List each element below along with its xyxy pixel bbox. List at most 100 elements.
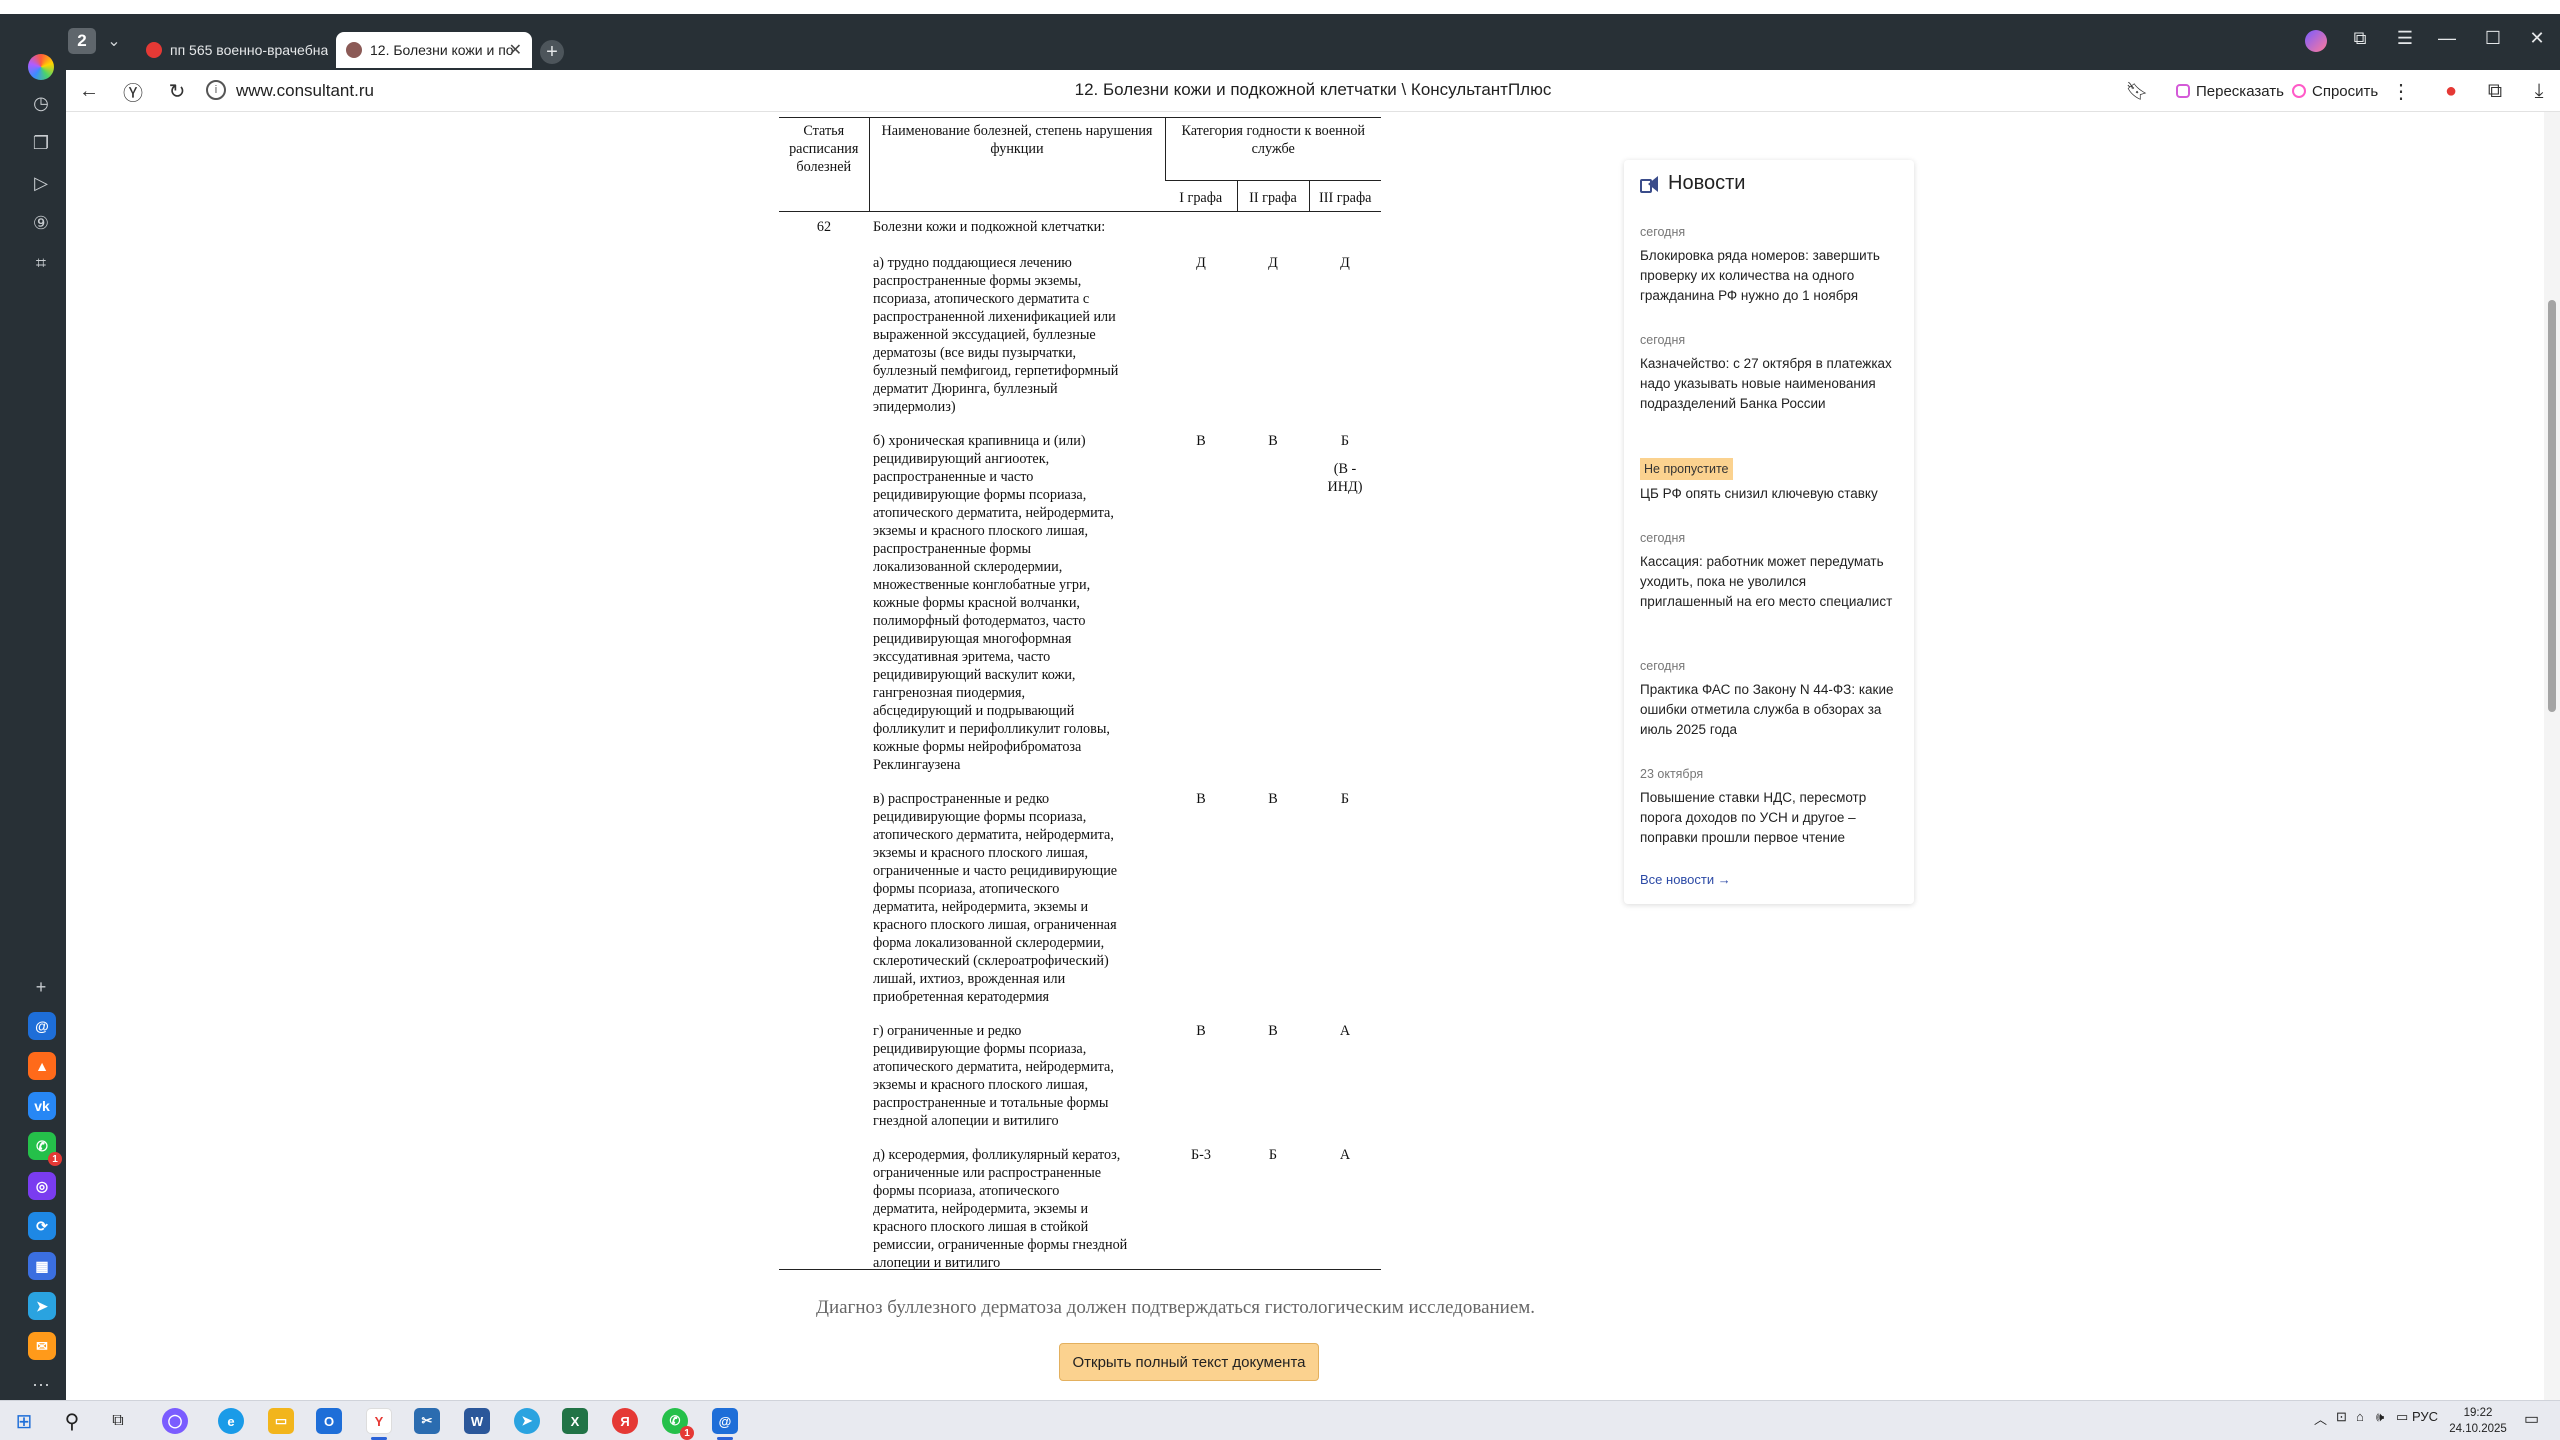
scrollbar-thumb[interactable] [2548,300,2556,712]
news-text[interactable]: Повышение ставки НДС, пересмотр порога д… [1640,788,1902,848]
screenshot-icon[interactable]: ⌗ [28,250,54,276]
mail-icon[interactable]: @ [28,1012,56,1040]
row-b-text: б) хроническая крапивница и (или) рециди… [873,433,1114,773]
tab-collections-icon[interactable]: ⧉ [2345,28,2375,49]
tray-chevron-icon[interactable]: ︿ [2314,1409,2327,1428]
open-full-text-button[interactable]: Открыть полный текст документа [1059,1343,1319,1381]
news-text[interactable]: ЦБ РФ опять снизил ключевую ставку [1640,484,1902,504]
tab-label: пп 565 военно-врачебна [170,42,328,58]
downloads-icon[interactable]: ⤓ [2526,78,2552,104]
news-text[interactable]: Казначейство: с 27 октября в платежках н… [1640,354,1902,414]
bookmark-icon[interactable]: 🔖︎ [2124,78,2150,104]
nine-icon[interactable]: ⑨ [28,210,54,236]
maximize-icon[interactable]: ☐ [2478,28,2508,49]
url-field[interactable]: www.consultant.ru [236,81,374,101]
snipping-icon[interactable]: ✂ [414,1408,440,1434]
news-item[interactable]: сегодня Блокировка ряда номеров: заверши… [1640,222,1902,306]
ask-button[interactable]: Спросить [2292,78,2378,104]
more-icon[interactable]: ⋯ [28,1372,54,1398]
battery-icon[interactable]: ▭ [2396,1409,2408,1425]
alice-logo-icon[interactable] [28,54,54,80]
vk-icon[interactable]: vk [28,1092,56,1120]
task-view-icon[interactable]: ⧉ [104,1407,132,1435]
row-d-g3: А [1339,1023,1351,1039]
news-text[interactable]: Блокировка ряда номеров: завершить прове… [1640,246,1902,306]
word-icon[interactable]: W [464,1408,490,1434]
news-item[interactable]: 23 октября Повышение ставки НДС, пересмо… [1640,764,1902,848]
add-icon[interactable]: + [28,974,54,1000]
consultant-favicon-icon [346,42,362,58]
table-row: д) ксеродермия, фолликулярный кератоз, о… [779,1144,1381,1274]
close-window-icon[interactable]: ✕ [2522,28,2552,49]
extensions-icon[interactable]: ⧉ [2482,78,2508,104]
whatsapp-taskbar-badge: 1 [680,1426,694,1440]
whatsapp-taskbar-icon[interactable]: ✆ 1 [662,1408,694,1440]
retell-button[interactable]: Пересказать [2176,78,2284,104]
news-item[interactable]: сегодня Практика ФАС по Закону N 44-ФЗ: … [1640,656,1902,740]
news-item[interactable]: сегодня Кассация: работник может передум… [1640,528,1902,612]
language-indicator[interactable]: РУС [2412,1409,2438,1424]
volume-icon[interactable]: 🕪︎ [2376,1409,2384,1425]
telegram-icon[interactable]: ➤ [28,1292,56,1320]
chevron-down-icon[interactable]: ⌄ [100,28,128,54]
row-b-g1: В [1196,433,1206,449]
yandex-browser-taskbar-icon[interactable]: Y [366,1408,392,1434]
whatsapp-badge: 1 [48,1152,62,1166]
video-icon[interactable]: ▷ [28,170,54,196]
telegram-taskbar-icon[interactable]: ➤ [514,1408,540,1434]
network-icon[interactable]: ⌂ [2356,1409,2364,1424]
extension-icon[interactable]: ● [2438,78,2464,104]
edge-icon[interactable]: e [218,1408,244,1434]
notifications-icon[interactable]: ▭ [2524,1409,2539,1429]
tab-inactive[interactable]: пп 565 военно-врачебна [136,32,328,68]
disease-schedule-table: Статья расписания болезней Наименование … [779,117,1381,1274]
close-icon[interactable]: ✕ [509,40,522,60]
new-tab-button[interactable]: + [540,40,564,64]
whatsapp-icon[interactable]: ✆ 1 [28,1132,62,1166]
tab-active[interactable]: 12. Болезни кожи и по ✕ [336,32,532,68]
windows-taskbar: ⊞ ⚲ ⧉ ◯ e ▭ O Y ✂ W ➤ X Я ✆ 1 @ ︿ ⊡ ⌂ 🕪︎ … [0,1400,2560,1440]
tab-count-button[interactable]: 2 [68,28,96,54]
yandex-taskbar-icon[interactable]: Я [612,1408,638,1434]
menu-icon[interactable]: ☰ [2390,28,2420,49]
news-text[interactable]: Практика ФАС по Закону N 44-ФЗ: какие ош… [1640,680,1902,740]
messenger-icon[interactable]: ◎ [28,1172,56,1200]
explorer-icon[interactable]: ▭ [268,1408,294,1434]
row-b-g3-note: (В - ИНД) [1327,461,1363,495]
footnote: Диагноз буллезного дерматоза должен подт… [816,1297,1536,1318]
outlook-icon[interactable]: O [316,1408,342,1434]
clock-date: 24.10.2025 [2449,1423,2507,1435]
news-item[interactable]: Не пропустите ЦБ РФ опять снизил ключеву… [1640,458,1902,504]
clock[interactable]: 19:22 24.10.2025 [2438,1405,2518,1437]
news-title: Новости [1668,172,1746,194]
start-icon[interactable]: ⊞ [10,1407,38,1435]
reload-icon[interactable]: ↻ [164,78,190,104]
history-icon[interactable]: ◷ [28,90,54,116]
minimize-icon[interactable]: — [2432,28,2462,49]
news-text[interactable]: Кассация: работник может передумать уход… [1640,552,1902,612]
excel-icon[interactable]: X [562,1408,588,1434]
back-icon[interactable]: ← [76,78,102,104]
news-date: 23 октября [1640,767,1704,781]
site-info-icon[interactable]: i [206,80,226,100]
alice-taskbar-icon[interactable]: ◯ [162,1408,188,1434]
all-news-link[interactable]: Все новости → [1640,872,1731,887]
profile-avatar[interactable] [2305,30,2327,52]
market-icon[interactable]: ✉ [28,1332,56,1360]
disk-icon[interactable]: ▲ [28,1052,56,1080]
yandex-apps-icon[interactable]: ⟳ [28,1212,56,1240]
header-article: Статья расписания болезней [779,117,869,212]
row-a-text: а) трудно поддающиеся лечению распростра… [873,255,1119,415]
kebab-menu-icon[interactable]: ⋮ [2388,78,2414,104]
services-icon[interactable]: ▦ [28,1252,56,1280]
search-icon[interactable]: ⚲ [58,1407,86,1435]
page-title[interactable]: 12. Болезни кожи и подкожной клетчатки \… [1075,80,1552,99]
news-item[interactable]: сегодня Казначейство: с 27 октября в пла… [1640,330,1902,414]
mail-taskbar-icon[interactable]: @ [712,1408,738,1434]
scrollbar[interactable] [2544,112,2560,1400]
tray-app-icon[interactable]: ⊡ [2336,1409,2347,1425]
yandex-home-icon[interactable]: Ⓨ [120,78,146,105]
row-e-g2: Б [1268,1147,1278,1163]
row-d-text: г) ограниченные и редко рецидивирующие ф… [873,1023,1114,1129]
bookmarks-icon[interactable]: ❐ [28,130,54,156]
